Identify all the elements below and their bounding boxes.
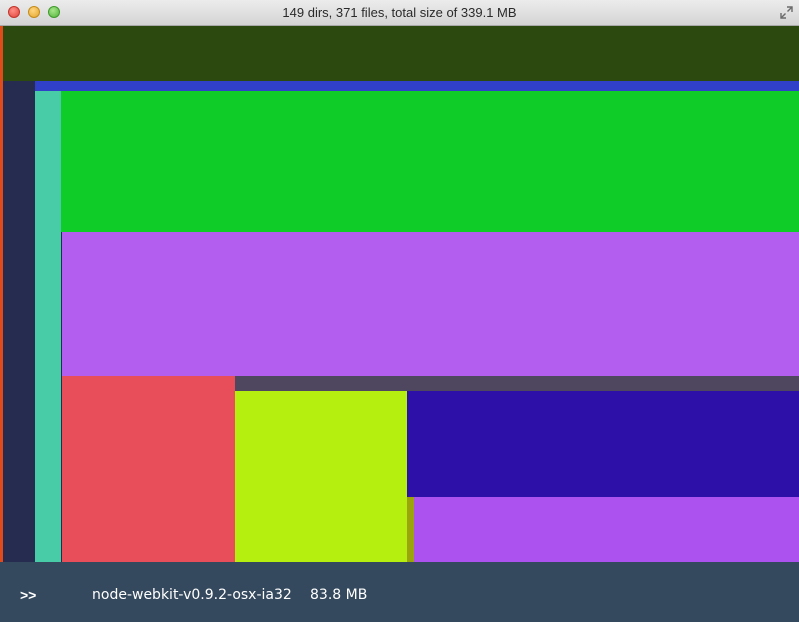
title-bar[interactable]: 149 dirs, 371 files, total size of 339.1… bbox=[0, 0, 799, 26]
treemap-teal-column[interactable] bbox=[35, 91, 61, 562]
treemap-dark-column[interactable] bbox=[3, 81, 35, 562]
treemap-navy-block[interactable] bbox=[407, 391, 799, 497]
treemap-top-band[interactable] bbox=[3, 26, 799, 81]
treemap-blue-band[interactable] bbox=[35, 81, 799, 91]
fullscreen-icon[interactable] bbox=[780, 6, 793, 19]
treemap-canvas[interactable] bbox=[0, 26, 799, 562]
treemap-lime-block[interactable] bbox=[235, 391, 407, 562]
status-bar: >> node-webkit-v0.9.2-osx-ia32 83.8 MB bbox=[0, 562, 799, 622]
treemap-red-block[interactable] bbox=[62, 376, 235, 562]
treemap-green-block[interactable] bbox=[61, 91, 799, 232]
app-window: 149 dirs, 371 files, total size of 339.1… bbox=[0, 0, 799, 622]
treemap-purple-block[interactable] bbox=[62, 232, 799, 376]
current-path-label: node-webkit-v0.9.2-osx-ia32 bbox=[92, 587, 292, 603]
navigate-up-button[interactable]: >> bbox=[20, 562, 36, 622]
current-size-label: 83.8 MB bbox=[310, 587, 368, 603]
window-title: 149 dirs, 371 files, total size of 339.1… bbox=[282, 5, 517, 20]
treemap-left-edge[interactable] bbox=[0, 26, 3, 562]
treemap-olive-sliver[interactable] bbox=[407, 497, 414, 562]
treemap-grey-band[interactable] bbox=[235, 376, 799, 391]
treemap-violet-block[interactable] bbox=[414, 497, 799, 562]
